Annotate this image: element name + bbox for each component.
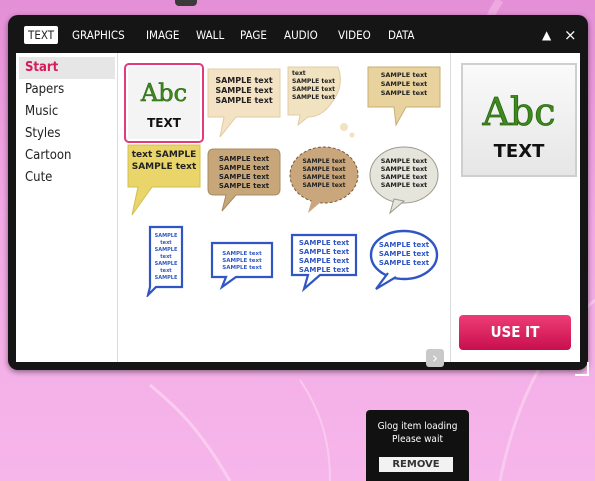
sample-text-word: text [160, 268, 172, 274]
loading-message: Glog item loading [377, 421, 458, 432]
resize-handle[interactable] [575, 362, 589, 376]
thumb-paper-cloud[interactable]: text SAMPLE text SAMPLE text SAMPLE text [286, 65, 362, 141]
tab-bar: TEXT GRAPHICS IMAGE WALL PAGE AUDIO VIDE… [18, 23, 578, 45]
sample-text-caps: SAMPLE [155, 261, 178, 267]
thumb-blue-oval[interactable]: SAMPLE text SAMPLE text SAMPLE text [366, 221, 442, 297]
sample-text: SAMPLE text [381, 80, 428, 88]
sample-text: SAMPLE text [302, 166, 345, 173]
sample-text: SAMPLE text [219, 164, 270, 172]
sample-text: SAMPLE text [302, 182, 345, 189]
close-icon[interactable]: × [564, 25, 577, 45]
sample-text: SAMPLE text [381, 173, 428, 181]
preview-abc-label: Abc [481, 90, 555, 134]
loading-toast: Glog item loading Please wait REMOVE [366, 410, 469, 481]
sample-text: SAMPLE text [292, 86, 335, 93]
loading-wait: Please wait [392, 434, 443, 445]
thumb-gray-oval[interactable]: SAMPLE text SAMPLE text SAMPLE text SAMP… [366, 143, 442, 219]
sample-text: SAMPLE text [379, 259, 430, 267]
cut-text: text SAMPLE [132, 150, 197, 160]
content-area: Start Papers Music Styles Cartoon Cute A… [16, 53, 580, 367]
sample-text: SAMPLE text [302, 174, 345, 181]
preview-tile: Abc TEXT [461, 63, 577, 177]
category-start[interactable]: Start [19, 57, 115, 79]
category-cute[interactable]: Cute [19, 167, 115, 189]
preview-panel: Abc TEXT USE IT [450, 53, 580, 362]
sample-text: SAMPLE text [132, 162, 197, 172]
asset-panel: TEXT GRAPHICS IMAGE WALL PAGE AUDIO VIDE… [8, 15, 589, 376]
thumbnail-grid: Abc TEXT SAMPLE text SAMPLE text SAMPLE … [126, 61, 444, 351]
thumb-text-label: TEXT [147, 116, 182, 130]
sample-text-caps: SAMPLE [155, 275, 178, 281]
thumb-text-basic[interactable]: Abc TEXT [126, 65, 202, 141]
sample-text: SAMPLE text [215, 96, 273, 105]
sample-text: SAMPLE text [381, 181, 428, 189]
tab-graphics[interactable]: GRAPHICS [72, 26, 125, 44]
tab-page[interactable]: PAGE [240, 26, 267, 44]
category-music[interactable]: Music [19, 101, 115, 123]
sample-text: SAMPLE text [299, 266, 350, 274]
next-page-button[interactable]: › [426, 349, 444, 367]
sample-text: SAMPLE text [299, 239, 350, 247]
sample-text-caps: SAMPLE [155, 247, 178, 253]
sample-text: SAMPLE text [292, 94, 335, 101]
thumb-cardboard-bubble[interactable]: SAMPLE text SAMPLE text SAMPLE text SAMP… [206, 143, 282, 219]
sample-text: SAMPLE text [381, 157, 428, 165]
sample-text-word: text [292, 70, 306, 77]
preview-text-label: TEXT [494, 141, 545, 162]
sample-text: SAMPLE text [381, 89, 428, 97]
sample-text: SAMPLE text [379, 241, 430, 249]
tab-audio[interactable]: AUDIO [284, 26, 318, 44]
thumb-stitched-oval[interactable]: SAMPLE text SAMPLE text SAMPLE text SAMP… [286, 143, 362, 219]
sample-text-caps: SAMPLE [155, 233, 178, 239]
sample-text: SAMPLE text [222, 258, 262, 264]
category-styles[interactable]: Styles [19, 123, 115, 145]
sample-text: SAMPLE text [302, 158, 345, 165]
category-papers[interactable]: Papers [19, 79, 115, 101]
thumb-blue-rect[interactable]: SAMPLE text SAMPLE text SAMPLE text [206, 221, 282, 297]
top-notch [175, 0, 197, 6]
sample-text: SAMPLE text [381, 165, 428, 173]
thumb-yellow-note[interactable]: text SAMPLE SAMPLE text [126, 143, 202, 219]
sample-text: SAMPLE text [219, 182, 270, 190]
thumb-paper-bubble-1[interactable]: SAMPLE text SAMPLE text SAMPLE text [206, 65, 282, 141]
remove-button[interactable]: REMOVE [379, 457, 453, 472]
sample-text: SAMPLE text [292, 78, 335, 85]
tab-video[interactable]: VIDEO [338, 26, 371, 44]
thumb-blue-box[interactable]: SAMPLE text SAMPLE text SAMPLE text SAMP… [286, 221, 362, 297]
sample-text: SAMPLE text [215, 76, 273, 85]
tab-data[interactable]: DATA [388, 26, 414, 44]
sample-text-word: text [160, 254, 172, 260]
sample-text: SAMPLE text [222, 251, 262, 257]
tab-wall[interactable]: WALL [196, 26, 224, 44]
thumb-old-paper[interactable]: SAMPLE text SAMPLE text SAMPLE text [366, 65, 442, 141]
thumb-abc-label: Abc [140, 79, 187, 107]
sample-text: SAMPLE text [215, 86, 273, 95]
collapse-icon[interactable]: ▲ [542, 25, 551, 45]
tab-text[interactable]: TEXT [24, 26, 59, 44]
category-sidebar: Start Papers Music Styles Cartoon Cute [16, 53, 118, 362]
sample-text: SAMPLE text [379, 250, 430, 258]
sample-text: SAMPLE text [222, 265, 262, 271]
tab-image[interactable]: IMAGE [146, 26, 179, 44]
sample-text: SAMPLE text [219, 155, 270, 163]
sample-text: SAMPLE text [299, 248, 350, 256]
sample-text: SAMPLE text [381, 71, 428, 79]
use-it-button[interactable]: USE IT [459, 315, 571, 350]
sample-text: SAMPLE text [219, 173, 270, 181]
thumb-blue-tall[interactable]: SAMPLE text SAMPLE text SAMPLE text SAMP… [126, 221, 202, 297]
sample-text-word: text [160, 240, 172, 246]
sample-text: SAMPLE text [299, 257, 350, 265]
category-cartoon[interactable]: Cartoon [19, 145, 115, 167]
